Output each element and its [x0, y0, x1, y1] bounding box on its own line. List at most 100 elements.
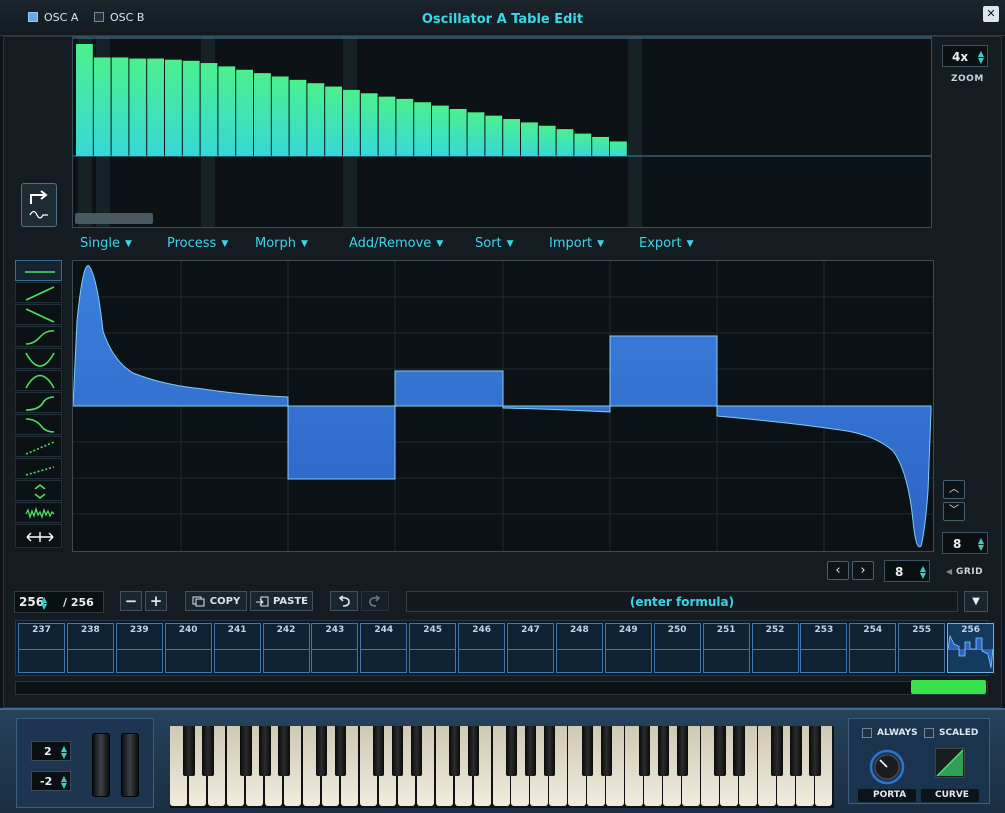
black-key[interactable] — [391, 726, 404, 776]
overview-bar[interactable] — [254, 73, 271, 156]
overview-bar[interactable] — [111, 57, 129, 156]
overview-bar[interactable] — [378, 96, 396, 156]
tool-dotted-ramp[interactable] — [15, 458, 62, 479]
frame-strip[interactable]: 237 238 239 240 241 242 243 244 245 246 247 248 249 2… — [15, 620, 995, 676]
menu-sort[interactable]: Sort ▼ — [475, 236, 514, 251]
menu-single[interactable]: Single ▼ — [80, 236, 132, 251]
black-key[interactable] — [316, 726, 328, 776]
black-key[interactable] — [467, 726, 480, 776]
black-key[interactable] — [600, 726, 613, 776]
undo-button[interactable] — [330, 591, 358, 611]
black-key[interactable] — [183, 726, 195, 776]
overview-bar[interactable] — [610, 141, 627, 156]
tool-expand[interactable] — [15, 480, 62, 501]
shift-down-button[interactable]: ﹀ — [943, 502, 965, 521]
black-key[interactable] — [278, 726, 290, 776]
shift-left-button[interactable]: ‹ — [827, 561, 849, 580]
pitch-bend-up[interactable]: 2 ▲ ▼ — [31, 741, 71, 761]
pitch-wheel[interactable] — [92, 733, 110, 797]
black-key[interactable] — [240, 726, 252, 776]
overview-bar[interactable] — [521, 122, 538, 156]
black-key[interactable] — [448, 726, 461, 776]
frame-selector[interactable]: 256 ▲ ▼ / 256 — [14, 591, 104, 613]
black-key[interactable] — [505, 726, 518, 776]
overview-bar[interactable] — [307, 83, 325, 156]
black-key[interactable] — [410, 726, 423, 776]
waveform-editor[interactable] — [72, 260, 934, 552]
frame-thumbnail[interactable]: 248 — [555, 623, 603, 673]
overview-bar[interactable] — [432, 105, 449, 156]
black-key[interactable] — [638, 726, 650, 776]
shift-up-button[interactable]: ︿ — [943, 480, 965, 499]
overview-bar[interactable] — [271, 76, 289, 156]
frame-scrollbar-thumb[interactable] — [911, 680, 986, 694]
frame-thumbnail[interactable]: 242 — [262, 623, 310, 673]
frame-thumbnail[interactable]: 250 — [653, 623, 701, 673]
waveform-graph[interactable] — [73, 261, 933, 551]
overview-bar[interactable] — [574, 133, 592, 156]
black-key[interactable] — [733, 726, 745, 776]
overview-bar[interactable] — [467, 112, 485, 156]
frame-thumbnail[interactable]: 254 — [849, 623, 897, 673]
formula-input[interactable]: (enter formula) — [406, 591, 958, 612]
frame-scrollbar[interactable] — [15, 681, 988, 695]
remove-frame-button[interactable]: − — [120, 591, 142, 611]
overview-bar[interactable] — [449, 108, 467, 156]
tool-s-curve-up[interactable] — [15, 392, 62, 413]
overview-bar[interactable] — [76, 44, 93, 156]
menu-process[interactable]: Process ▼ — [167, 236, 228, 251]
tool-stretch[interactable] — [15, 524, 62, 548]
overview-bar[interactable] — [360, 93, 378, 156]
shift-right-button[interactable]: › — [852, 561, 874, 580]
tool-flat-line[interactable] — [15, 260, 62, 281]
curve-display[interactable] — [935, 748, 965, 778]
paste-button[interactable]: PASTE — [250, 591, 313, 611]
always-checkbox[interactable] — [862, 728, 872, 738]
menu-export[interactable]: Export ▼ — [639, 236, 693, 251]
overview-bar[interactable] — [147, 58, 164, 156]
tool-sine-up[interactable] — [15, 326, 62, 347]
overview-bar[interactable] — [414, 102, 431, 156]
black-key[interactable] — [335, 726, 347, 776]
overview-bar[interactable] — [503, 119, 520, 156]
zoom-select[interactable]: 4x ▲ ▼ — [942, 45, 988, 67]
close-button[interactable]: ✕ — [983, 6, 999, 22]
frame-thumbnail[interactable]: 249 — [604, 623, 652, 673]
frame-thumbnail[interactable]: 253 — [800, 623, 848, 673]
frame-thumbnail[interactable]: 251 — [702, 623, 750, 673]
frame-thumbnail[interactable]: 256 — [947, 623, 995, 673]
overview-bar[interactable] — [165, 59, 182, 156]
frame-thumbnail[interactable]: 241 — [213, 623, 261, 673]
edit-mode-button[interactable] — [21, 183, 57, 227]
piano-keyboard[interactable] — [170, 726, 834, 808]
pitch-bend-down[interactable]: -2 ▲ ▼ — [31, 771, 71, 791]
frame-thumbnail[interactable]: 243 — [311, 623, 359, 673]
overview-bar[interactable] — [218, 66, 236, 156]
overview-bar[interactable] — [325, 86, 342, 156]
menu-morph[interactable]: Morph ▼ — [255, 236, 308, 251]
black-key[interactable] — [372, 726, 385, 776]
overview-bar[interactable] — [129, 58, 147, 156]
overview-bar[interactable] — [485, 115, 503, 156]
black-key[interactable] — [524, 726, 537, 776]
menu-import[interactable]: Import ▼ — [549, 236, 604, 251]
black-key[interactable] — [790, 726, 802, 776]
black-key[interactable] — [543, 726, 556, 776]
frame-thumbnail[interactable]: 238 — [66, 623, 114, 673]
black-key[interactable] — [259, 726, 271, 776]
formula-menu-button[interactable]: ▼ — [964, 591, 988, 612]
tool-noise[interactable] — [15, 502, 62, 523]
frame-thumbnail[interactable]: 247 — [507, 623, 554, 673]
frame-thumbnail[interactable]: 237 — [18, 623, 65, 673]
overview-bar[interactable] — [182, 60, 200, 156]
overview-bar[interactable] — [592, 136, 609, 156]
black-key[interactable] — [581, 726, 594, 776]
add-frame-button[interactable]: + — [145, 591, 167, 611]
tool-curve-up[interactable] — [15, 370, 62, 391]
black-key[interactable] — [657, 726, 669, 776]
overview-bar[interactable] — [93, 57, 111, 156]
overview-bar[interactable] — [236, 69, 253, 156]
overview-bar[interactable] — [538, 125, 556, 156]
overview-bar[interactable] — [556, 129, 574, 156]
mod-wheel[interactable] — [121, 733, 139, 797]
